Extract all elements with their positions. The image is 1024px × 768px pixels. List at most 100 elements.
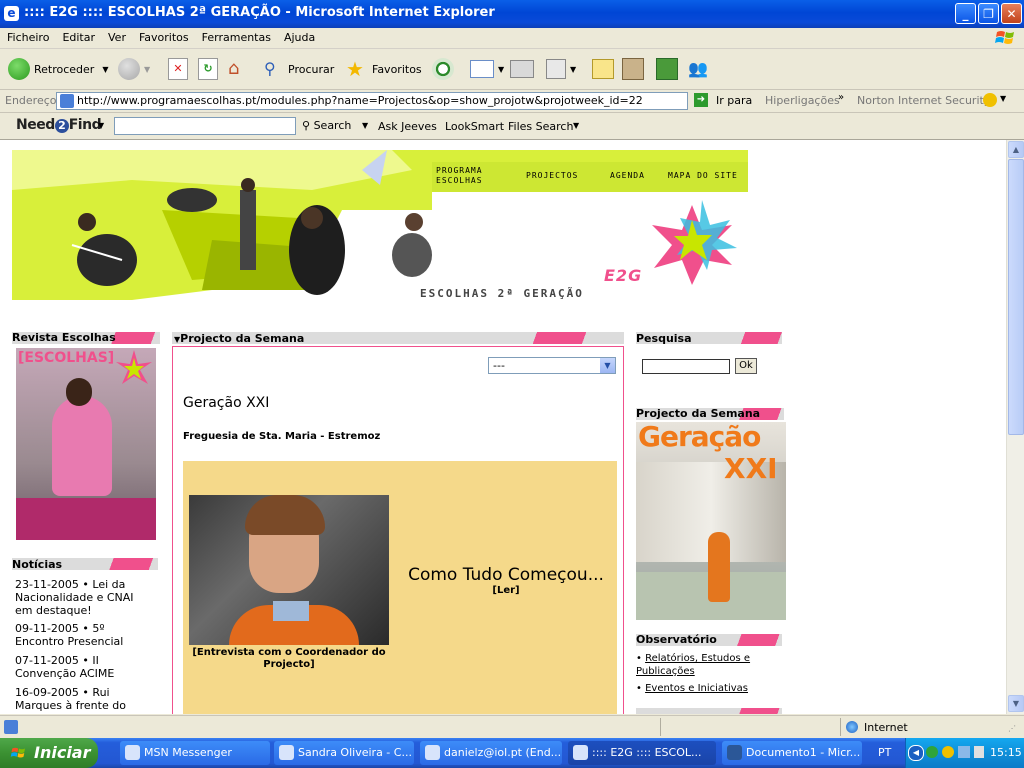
chevron-right-icon[interactable]: » [838,92,844,103]
favorites-button[interactable]: ★ Favoritos [346,55,422,83]
edit-icon [546,59,566,79]
language-indicator[interactable]: PT [878,746,891,759]
n2f-search-dropdown-icon[interactable]: ▼ [362,121,368,130]
scroll-down-icon[interactable]: ▼ [1008,695,1024,712]
links-label[interactable]: Hiperligações [765,94,840,107]
revista-cover[interactable]: [ESCOLHAS] [16,348,156,540]
history-icon [432,58,454,80]
obs-link-1[interactable]: • Relatórios, Estudos e Publicações [636,652,786,678]
mail-button[interactable]: ▼ [470,55,504,83]
task-e2g-ie[interactable]: :::: E2G :::: ESCOL... [568,741,716,765]
site-search-input[interactable] [642,359,730,374]
menu-ficheiro[interactable]: Ficheiro [0,28,55,44]
tray-volume-icon[interactable] [974,746,984,758]
msn-button[interactable]: 👥 [688,55,710,83]
select-dropdown-icon[interactable]: ▼ [600,358,615,373]
pesquisa-title: Pesquisa [636,332,692,345]
news-item-1[interactable]: 23-11-2005 • Lei da Nacionalidade e CNAI… [15,578,143,617]
refresh-button[interactable]: ↻ [198,55,218,83]
start-button[interactable]: Iniciar [0,738,98,768]
task-documento1[interactable]: Documento1 - Micr... [722,741,862,765]
menu-ferramentas[interactable]: Ferramentas [195,28,277,44]
back-arrow-icon [8,58,30,80]
print-button[interactable] [510,55,534,83]
go-arrow-icon[interactable]: ➜ [694,93,708,107]
home-button[interactable]: ⌂ [228,55,250,83]
forward-button[interactable]: ▼ [118,55,150,83]
address-input[interactable]: http://www.programaescolhas.pt/modules.p… [56,92,688,110]
word-task-icon [727,745,742,760]
vertical-scrollbar[interactable]: ▲ ▼ [1006,140,1024,714]
minimize-button[interactable]: _ [955,3,976,24]
menu-ver[interactable]: Ver [101,28,132,44]
search-button[interactable]: ⚲ Procurar [264,55,334,83]
next-section-accent [736,708,786,714]
photo-caption-link[interactable]: [Entrevista com o Coordenador do Project… [189,647,389,671]
discuss-button[interactable] [592,55,614,83]
menu-ajuda[interactable]: Ajuda [277,28,321,44]
tray-msn-icon[interactable] [926,746,938,758]
magazine-name: [ESCOLHAS] [18,350,115,366]
research-button[interactable] [622,55,644,83]
ask-jeeves-button[interactable]: Ask Jeeves [378,120,437,133]
history-button[interactable] [432,55,454,83]
project-highlight-box: [Entrevista com o Coordenador do Project… [183,461,617,714]
menu-bar: Ficheiro Editar Ver Favoritos Ferramentas Aju… [0,28,1024,49]
coordinator-photo[interactable] [189,495,389,645]
looksmart-button[interactable]: LookSmart [445,120,504,133]
files-dropdown-icon[interactable]: ▼ [573,121,579,130]
n2f-dropdown-icon[interactable]: ▼ [98,121,104,130]
title-bar[interactable]: e :::: E2G :::: ESCOLHAS 2ª GERAÇÃO - Mi… [0,0,1024,28]
nav-agenda[interactable]: AGENDA [610,171,645,180]
site-search-ok-button[interactable]: Ok [735,358,757,374]
messenger-toolbar-button[interactable] [656,55,678,83]
nav-programa-escolhas[interactable]: PROGRAMA ESCOLHAS [436,166,516,186]
obs-link-2[interactable]: • Eventos e Iniciativas [636,682,786,695]
e2g-logo: E2G [604,266,643,285]
news-item-2[interactable]: 09-11-2005 • 5º Encontro Presencial [15,622,143,648]
magazine-star-icon [116,350,152,384]
task-msn-messenger[interactable]: MSN Messenger [120,741,270,765]
noticias-header-accent [108,558,160,570]
read-link[interactable]: [Ler] [395,585,617,596]
restore-button[interactable]: ❐ [978,3,999,24]
task-email[interactable]: danielz@iol.pt (End... [420,741,562,765]
scroll-up-icon[interactable]: ▲ [1008,141,1024,158]
nav-mapa-do-site[interactable]: MAPA DO SITE [668,171,738,180]
task-sandra-oliveira[interactable]: Sandra Oliveira - C... [274,741,414,765]
nav-projectos[interactable]: PROJECTOS [526,171,578,180]
banner-nav: PROGRAMA ESCOLHAS PROJECTOS AGENDA MAPA … [432,162,748,192]
n2f-search-button[interactable]: ⚲ Search [302,119,351,132]
menu-editar[interactable]: Editar [55,28,101,44]
center-header: ▼Projecto da Semana [174,332,305,345]
forward-dropdown-icon[interactable]: ▼ [144,65,150,74]
pds-image[interactable]: Geração XXI [636,422,786,620]
clock[interactable]: 15:15 [990,746,1022,759]
page-icon [60,94,74,108]
news-item-4[interactable]: 16-09-2005 • Rui Marques à frente do [15,686,143,712]
norton-label[interactable]: Norton Internet Security [857,94,990,107]
toolbar-app-icon [656,58,678,80]
close-button[interactable]: ✕ [1001,3,1022,24]
tray-network-icon[interactable] [958,746,970,758]
back-button[interactable]: Retroceder ▼ [8,55,108,83]
news-item-3[interactable]: 07-11-2005 • II Convenção ACIME [15,654,143,680]
stop-button[interactable]: ✕ [168,55,188,83]
tray-chevron-icon[interactable]: ◀ [908,745,924,761]
files-search-button[interactable]: Files Search [508,120,573,133]
tray-norton-icon[interactable] [942,746,954,758]
n2f-search-input[interactable] [114,117,296,135]
system-tray: ◀ 15:15 [905,738,1024,768]
norton-icon[interactable] [983,93,997,107]
page-status-icon [4,720,18,734]
edit-button[interactable]: ▼ [546,55,576,83]
go-button[interactable]: Ir para [716,94,752,107]
menu-favoritos[interactable]: Favoritos [132,28,195,44]
norton-dropdown-icon[interactable]: ▼ [1000,94,1006,103]
back-dropdown-icon[interactable]: ▼ [102,65,108,74]
edit-dropdown-icon[interactable]: ▼ [570,65,576,74]
scroll-thumb[interactable] [1008,159,1024,435]
project-select[interactable]: --- ▼ [488,357,616,374]
mail-dropdown-icon[interactable]: ▼ [498,65,504,74]
resize-grip-icon[interactable]: ⋰ [1008,724,1016,733]
